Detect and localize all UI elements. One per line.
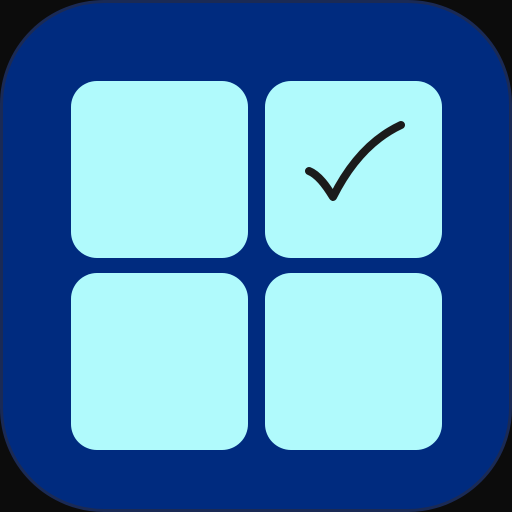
grid-tile-top-right xyxy=(265,81,442,258)
grid-tile-top-left xyxy=(71,81,248,258)
app-icon[interactable] xyxy=(0,0,512,512)
grid-tile-bottom-right xyxy=(265,273,442,450)
grid-tile-bottom-left xyxy=(71,273,248,450)
checkmark-icon xyxy=(305,121,405,201)
screen xyxy=(0,0,512,512)
